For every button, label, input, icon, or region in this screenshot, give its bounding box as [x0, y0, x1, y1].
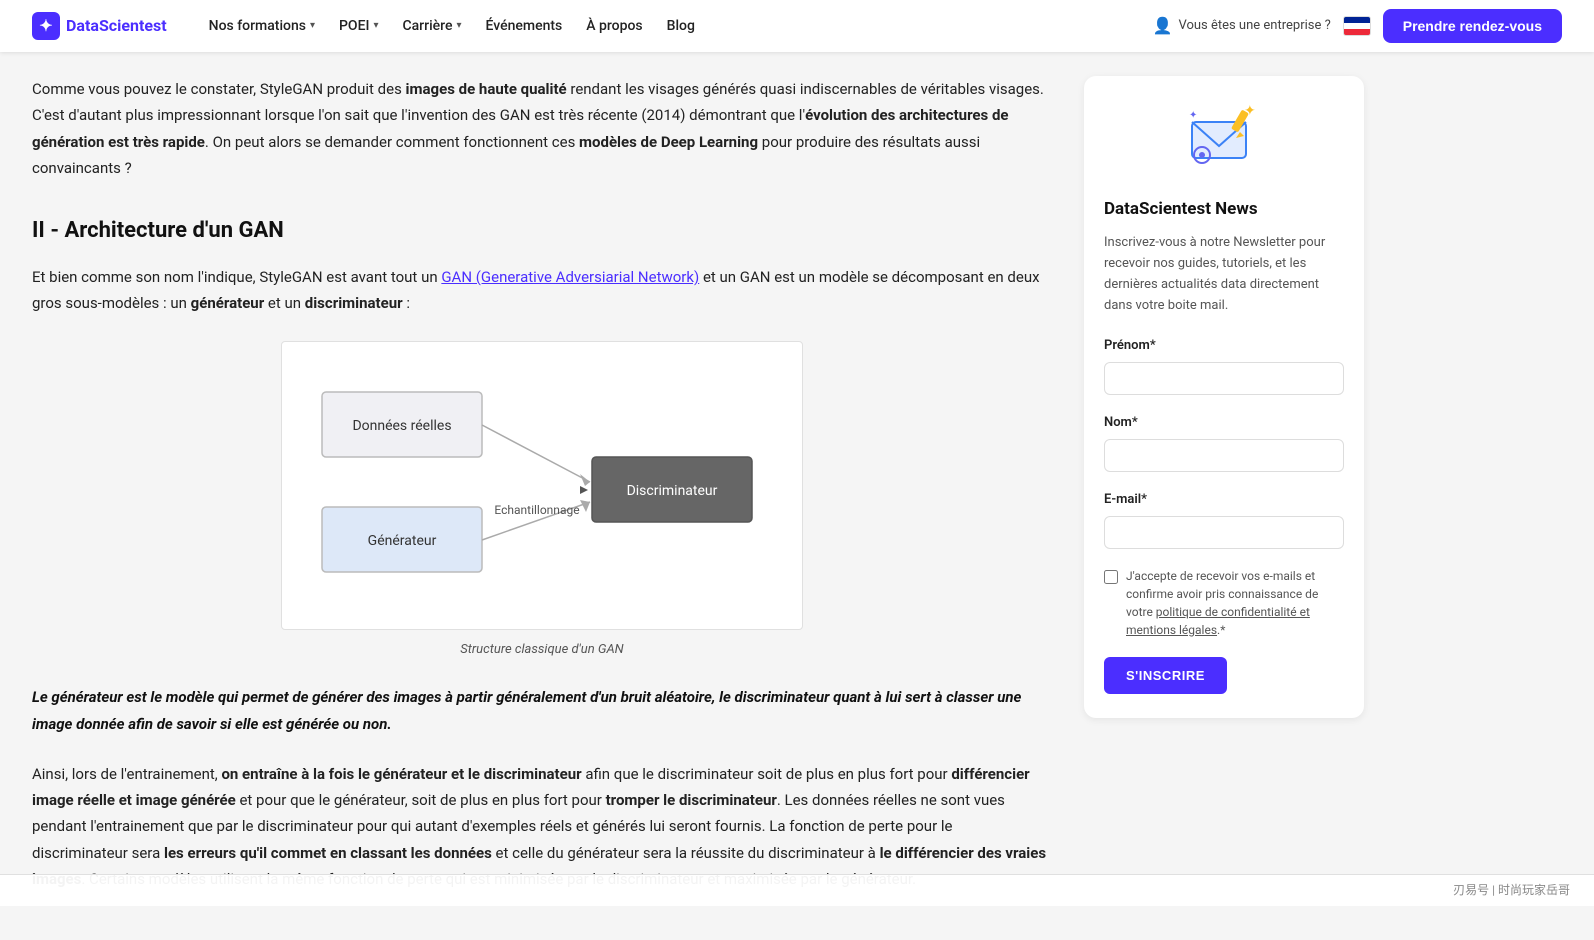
main-content: Comme vous pouvez le constater, StyleGAN…: [32, 76, 1052, 916]
consent-row: J'accepte de recevoir vos e-mails et con…: [1104, 567, 1344, 639]
section-heading: II - Architecture d'un GAN: [32, 213, 1052, 248]
nav-item-apropos[interactable]: À propos: [576, 9, 652, 43]
page-wrapper: Comme vous pouvez le constater, StyleGAN…: [0, 52, 1594, 940]
bottom-bar-text: 刃易号 | 时尚玩家岳哥: [1453, 881, 1570, 900]
consent-checkbox[interactable]: [1104, 570, 1118, 584]
bold-evolution: évolution des architectures de génératio…: [32, 106, 1009, 150]
svg-text:Echantillonnage: Echantillonnage: [494, 503, 579, 517]
consent-label: J'accepte de recevoir vos e-mails et con…: [1126, 567, 1344, 639]
gan-diagram-container: Données réelles Générateur Discriminateu…: [32, 341, 1052, 661]
newsletter-card: ✦ ✦ DataScientest News Inscrivez-vous à …: [1084, 76, 1364, 718]
bold-erreurs: les erreurs qu'il commet en classant les…: [164, 844, 492, 862]
nom-label: Nom*: [1104, 413, 1344, 434]
section-intro-para: Et bien comme son nom l'indique, StyleGA…: [32, 264, 1052, 317]
chevron-down-icon: ▾: [456, 18, 461, 34]
email-label: E-mail*: [1104, 490, 1344, 511]
subscribe-button[interactable]: S'INSCRIRE: [1104, 657, 1227, 694]
logo-text: DataScientest: [66, 13, 167, 39]
prenom-input[interactable]: [1104, 362, 1344, 395]
intro-paragraph: Comme vous pouvez le constater, StyleGAN…: [32, 76, 1052, 181]
nom-group: Nom*: [1104, 413, 1344, 486]
diagram-svg-wrap: Données réelles Générateur Discriminateu…: [281, 341, 803, 630]
sidebar-icon-row: ✦ ✦: [1104, 100, 1344, 180]
nav-item-carriere[interactable]: Carrière ▾: [393, 9, 472, 43]
nav-links: Nos formations ▾ POEI ▾ Carrière ▾ Événe…: [199, 9, 1153, 43]
sidebar-description: Inscrivez-vous à notre Newsletter pour r…: [1104, 233, 1344, 316]
nav-item-blog[interactable]: Blog: [657, 9, 705, 43]
gan-link[interactable]: GAN (Generative Adversiarial Network): [441, 268, 699, 286]
bold-entrainer: on entraîne à la fois le générateur et l…: [221, 765, 581, 783]
nom-input[interactable]: [1104, 439, 1344, 472]
nav-item-evenements[interactable]: Événements: [476, 9, 573, 43]
svg-text:Données réelles: Données réelles: [352, 418, 451, 434]
bold-tromper: tromper le discriminateur: [606, 791, 777, 809]
newsletter-icon: ✦ ✦: [1184, 100, 1264, 180]
svg-text:Générateur: Générateur: [368, 533, 437, 549]
sidebar: ✦ ✦ DataScientest News Inscrivez-vous à …: [1084, 76, 1364, 916]
logo-icon: ✦: [32, 12, 60, 40]
bold-generateur: générateur: [191, 294, 265, 312]
privacy-link[interactable]: politique de confidentialité et mentions…: [1126, 605, 1310, 637]
italic-block: Le générateur est le modèle qui permet d…: [32, 684, 1052, 737]
svg-text:✦: ✦: [1244, 103, 1256, 119]
email-group: E-mail*: [1104, 490, 1344, 563]
nav-item-formations[interactable]: Nos formations ▾: [199, 9, 325, 43]
bold-discriminateur: discriminateur: [305, 294, 403, 312]
nav-item-poei[interactable]: POEI ▾: [329, 9, 389, 43]
sidebar-title: DataScientest News: [1104, 196, 1344, 223]
svg-text:Discriminateur: Discriminateur: [627, 483, 718, 499]
prenom-label: Prénom*: [1104, 336, 1344, 357]
logo[interactable]: ✦ DataScientest: [32, 12, 167, 40]
bold-images-haute-qualite: images de haute qualité: [406, 80, 567, 98]
cta-button[interactable]: Prendre rendez-vous: [1383, 9, 1562, 43]
gan-diagram-svg: Données réelles Générateur Discriminateu…: [302, 362, 782, 602]
language-flag[interactable]: [1343, 16, 1371, 36]
email-input[interactable]: [1104, 516, 1344, 549]
bold-deep-learning: modèles de Deep Learning: [579, 133, 758, 151]
bottom-bar: 刃易号 | 时尚玩家岳哥: [0, 874, 1594, 906]
prenom-group: Prénom*: [1104, 336, 1344, 409]
enterprise-link[interactable]: 👤 Vous êtes une entreprise ?: [1153, 13, 1331, 39]
svg-text:✦: ✦: [1189, 110, 1197, 121]
chevron-down-icon: ▾: [310, 18, 315, 34]
bottom-para: Ainsi, lors de l'entrainement, on entraî…: [32, 761, 1052, 892]
navbar: ✦ DataScientest Nos formations ▾ POEI ▾ …: [0, 0, 1594, 52]
diagram-caption: Structure classique d'un GAN: [460, 640, 623, 661]
nav-right: 👤 Vous êtes une entreprise ? Prendre ren…: [1153, 9, 1562, 43]
chevron-down-icon: ▾: [373, 18, 378, 34]
